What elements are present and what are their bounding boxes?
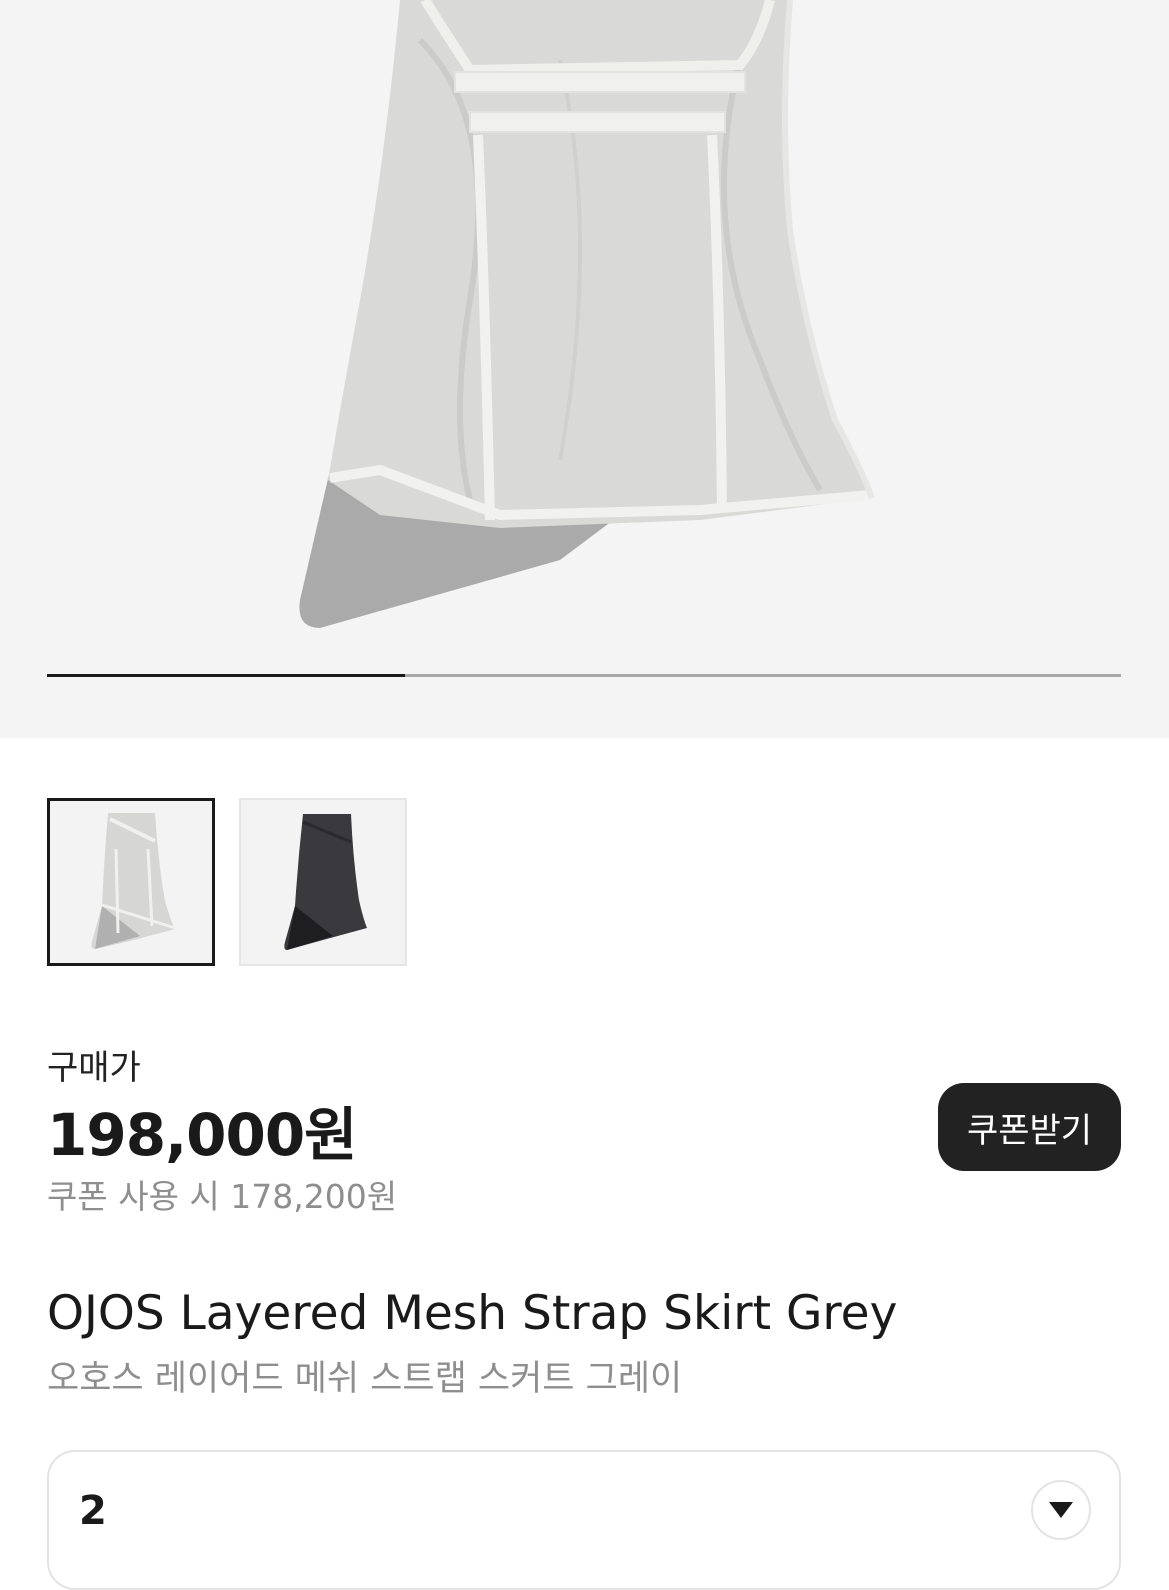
black-skirt-thumbnail-image	[284, 814, 367, 950]
chevron-down-icon[interactable]	[1031, 1480, 1091, 1540]
get-coupon-button[interactable]: 쿠폰받기	[938, 1083, 1121, 1171]
grey-skirt-thumbnail-image	[91, 813, 176, 949]
carousel-progress-track	[47, 674, 1121, 677]
option-select[interactable]: 2	[47, 1450, 1121, 1590]
thumbnail-strip	[47, 798, 407, 966]
product-image-carousel[interactable]	[0, 0, 1169, 738]
product-price: 198,000원	[47, 1101, 358, 1169]
thumbnail-grey-skirt[interactable]	[47, 798, 215, 966]
thumbnail-black-skirt[interactable]	[239, 798, 407, 966]
product-title-ko: 오호스 레이어드 메쉬 스트랩 스커트 그레이	[47, 1359, 683, 1399]
product-title-en: OJOS Layered Mesh Strap Skirt Grey	[47, 1286, 898, 1341]
price-label: 구매가	[47, 1048, 141, 1088]
option-selected-value: 2	[79, 1488, 107, 1534]
carousel-progress-fill	[47, 674, 405, 677]
coupon-price-text: 쿠폰 사용 시 178,200원	[47, 1177, 398, 1216]
product-main-image	[299, 0, 875, 628]
